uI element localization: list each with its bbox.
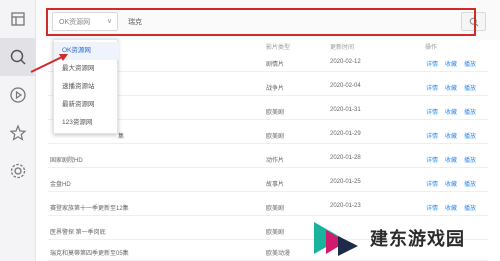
- row-type: 欧美动漫: [266, 251, 291, 257]
- dropdown-option[interactable]: OK资源网: [54, 42, 119, 60]
- play-link[interactable]: 播放: [464, 155, 476, 164]
- row-type: 欧美剧: [266, 110, 285, 116]
- dropdown-option[interactable]: 123资源网: [54, 114, 119, 132]
- chevron-down-icon: ∨: [106, 18, 112, 25]
- row-title: 集: [118, 134, 125, 140]
- table-row[interactable]: 国家剧院HD 动作片 2020-01-28 详情 收藏 播放: [48, 150, 488, 168]
- sidebar-item-favorites[interactable]: [0, 114, 36, 152]
- details-link[interactable]: 详情: [426, 107, 438, 116]
- row-title: 金盘HD: [50, 182, 71, 188]
- play-link[interactable]: 播放: [464, 83, 476, 92]
- sidebar-item-search[interactable]: [0, 38, 36, 76]
- table-row[interactable]: 金盘HD 故事片 2020-01-25 详情 收藏 播放: [48, 174, 488, 192]
- row-date: 2020-01-28: [330, 155, 361, 161]
- favorite-link[interactable]: 收藏: [445, 155, 457, 164]
- play-link[interactable]: 播放: [464, 59, 476, 68]
- header-type: 影片类型: [266, 45, 291, 51]
- details-link[interactable]: 详情: [426, 155, 438, 164]
- details-link[interactable]: 详情: [426, 203, 438, 212]
- row-title: 瑞克和莫蒂第四季更新至05集: [50, 251, 129, 257]
- sidebar-item-settings[interactable]: [0, 152, 36, 190]
- favorite-link[interactable]: 收藏: [445, 179, 457, 188]
- dropdown-option[interactable]: 速播资源站: [54, 78, 119, 96]
- row-date: 2020-02-12: [330, 59, 361, 65]
- row-title: 医界警探 第一季岗底: [50, 230, 106, 236]
- play-link[interactable]: 播放: [464, 107, 476, 116]
- favorite-link[interactable]: 收藏: [445, 83, 457, 92]
- row-type: 欧美剧: [266, 134, 285, 140]
- search-input[interactable]: [122, 12, 456, 31]
- gear-icon: [10, 163, 26, 179]
- source-select[interactable]: OK资源网 ∨: [52, 12, 118, 31]
- table-row[interactable]: 赛登家族第十一季更新至12集 欧美剧 2020-01-23 详情 收藏 播放: [48, 198, 488, 216]
- star-icon: [9, 124, 27, 141]
- watermark-logo: [314, 222, 358, 256]
- row-date: 2020-01-25: [330, 179, 361, 185]
- row-title: 赛登家族第十一季更新至12集: [50, 206, 129, 212]
- details-link[interactable]: 详情: [426, 83, 438, 92]
- sidebar-item-play[interactable]: [0, 76, 36, 114]
- row-date: 2020-01-31: [330, 107, 361, 113]
- play-circle-icon: [10, 87, 26, 103]
- source-select-value: OK资源网: [59, 19, 91, 26]
- play-link[interactable]: 播放: [464, 203, 476, 212]
- sidebar-item-home[interactable]: [0, 0, 36, 38]
- row-title: 国家剧院HD: [50, 158, 83, 164]
- header-updated: 更新时间: [330, 45, 355, 51]
- grid-icon: [11, 12, 25, 26]
- details-link[interactable]: 详情: [426, 59, 438, 68]
- favorite-link[interactable]: 收藏: [445, 107, 457, 116]
- row-type: 故事片: [266, 182, 285, 188]
- source-dropdown: OK资源网 最大资源网 速播资源站 最新资源网 123资源网: [53, 39, 119, 134]
- dropdown-option[interactable]: 最大资源网: [54, 60, 119, 78]
- favorite-link[interactable]: 收藏: [445, 131, 457, 140]
- header-actions: 操作: [425, 45, 438, 51]
- row-date: 2020-01-29: [330, 131, 361, 137]
- play-link[interactable]: 播放: [464, 179, 476, 188]
- row-date: 2020-02-04: [330, 83, 361, 89]
- search-icon: [469, 17, 478, 26]
- row-type: 战争片: [266, 86, 285, 92]
- row-type: 动作片: [266, 158, 285, 164]
- row-type: 剧情片: [266, 62, 285, 68]
- favorite-link[interactable]: 收藏: [445, 203, 457, 212]
- watermark-text: 建东游戏园: [370, 229, 465, 249]
- details-link[interactable]: 详情: [426, 179, 438, 188]
- sidebar: [0, 0, 36, 261]
- search-icon: [10, 49, 26, 65]
- dropdown-option[interactable]: 最新资源网: [54, 96, 119, 114]
- play-link[interactable]: 播放: [464, 131, 476, 140]
- row-type: 欧美剧: [266, 206, 285, 212]
- row-date: 2020-01-23: [330, 203, 361, 209]
- search-button[interactable]: [461, 12, 486, 31]
- details-link[interactable]: 详情: [426, 131, 438, 140]
- favorite-link[interactable]: 收藏: [445, 59, 457, 68]
- row-type: 欧美剧: [266, 230, 285, 236]
